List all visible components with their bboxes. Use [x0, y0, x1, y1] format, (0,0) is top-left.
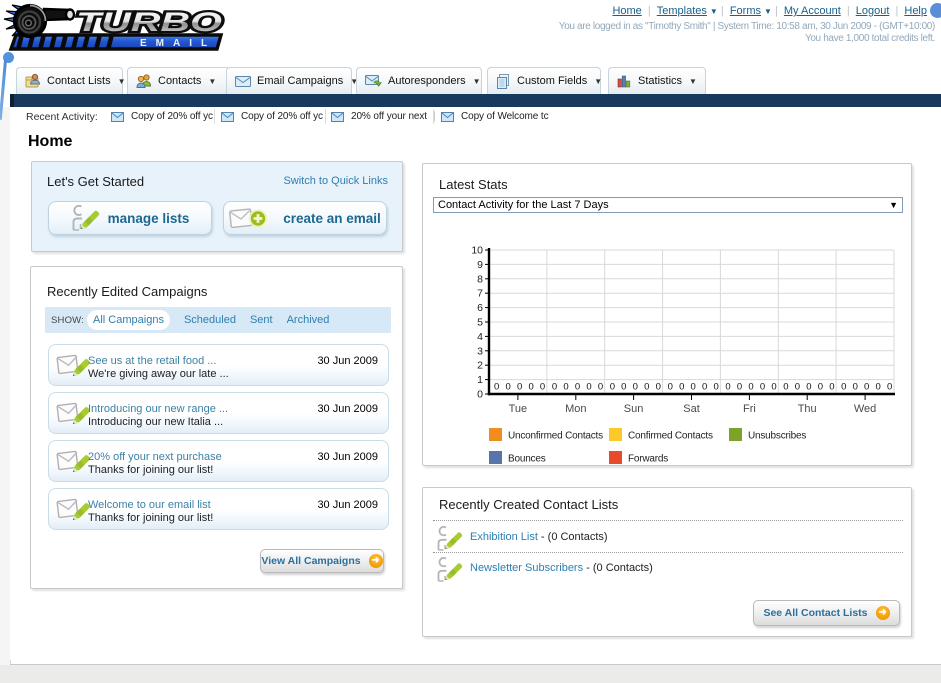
- svg-text:Unsubscribes: Unsubscribes: [748, 431, 806, 442]
- svg-text:TURBO: TURBO: [76, 7, 222, 37]
- svg-text:00000: 00000: [783, 382, 840, 393]
- svg-text:0: 0: [477, 389, 483, 401]
- svg-text:Mon: Mon: [565, 403, 586, 415]
- svg-text:9: 9: [477, 259, 483, 271]
- svg-text:Tue: Tue: [509, 403, 528, 415]
- svg-text:Confirmed Contacts: Confirmed Contacts: [628, 431, 713, 442]
- svg-text:00000: 00000: [494, 382, 551, 393]
- svg-text:8: 8: [477, 273, 483, 285]
- svg-text:00000: 00000: [610, 382, 667, 393]
- svg-text:3: 3: [477, 345, 483, 357]
- svg-text:Thu: Thu: [798, 403, 817, 415]
- svg-text:Bounces: Bounces: [508, 454, 546, 465]
- svg-text:00000: 00000: [668, 382, 725, 393]
- svg-text:Sun: Sun: [624, 403, 644, 415]
- svg-text:1: 1: [477, 374, 483, 386]
- svg-text:Forwards: Forwards: [628, 454, 668, 465]
- svg-text:5: 5: [477, 317, 483, 329]
- svg-text:00000: 00000: [841, 382, 898, 393]
- svg-text:4: 4: [477, 331, 483, 343]
- svg-text:EMAIL: EMAIL: [140, 38, 216, 49]
- svg-text:00000: 00000: [725, 382, 782, 393]
- svg-text:6: 6: [477, 302, 483, 314]
- svg-text:Wed: Wed: [854, 403, 876, 415]
- svg-text:00000: 00000: [552, 382, 609, 393]
- svg-text:7: 7: [477, 288, 483, 300]
- svg-text:2: 2: [477, 360, 483, 372]
- svg-text:Unconfirmed Contacts: Unconfirmed Contacts: [508, 431, 603, 442]
- svg-text:10: 10: [471, 245, 483, 257]
- svg-text:Fri: Fri: [743, 403, 756, 415]
- svg-text:Sat: Sat: [683, 403, 700, 415]
